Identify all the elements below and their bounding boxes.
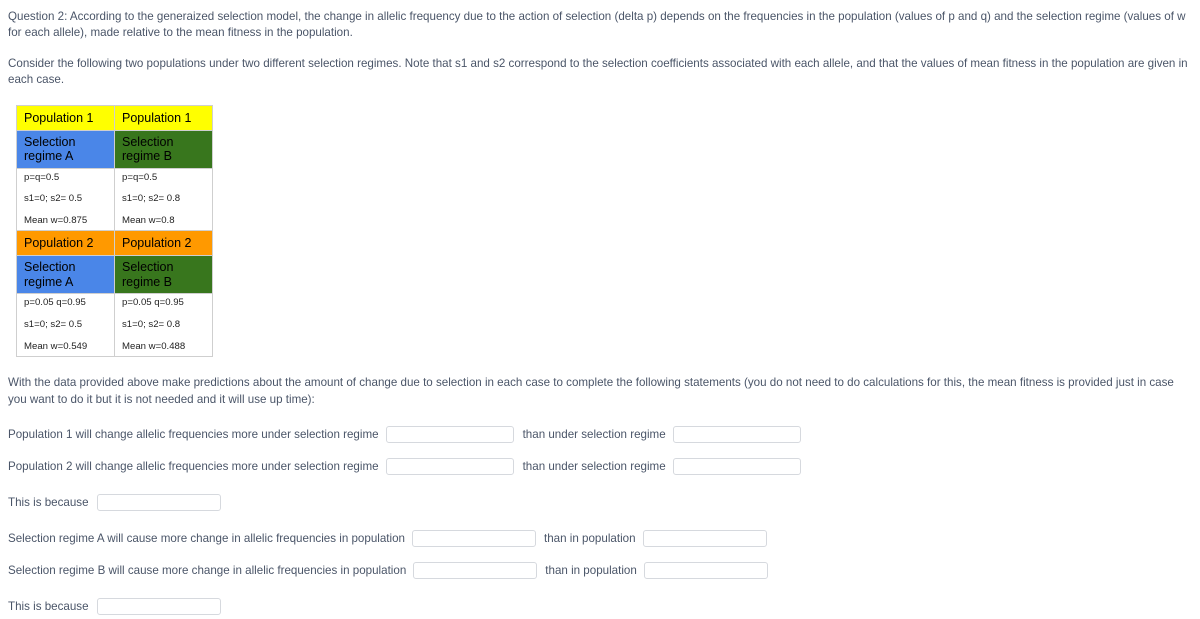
quiz-page: Question 2: According to the generaized … xyxy=(0,0,1200,619)
cell-population2-right: Population 2 xyxy=(114,230,213,257)
cell-population1-regime-b: Selection regime B xyxy=(114,129,213,169)
statement-row-regime-a: Selection regime A will cause more chang… xyxy=(8,526,1192,551)
statement-label-reason-2: This is because xyxy=(8,600,89,613)
value-p-q: p=q=0.5 xyxy=(122,171,158,183)
input-regime-b-population-more[interactable] xyxy=(413,562,538,579)
statement-label-population2-mid: than under selection regime xyxy=(522,460,666,473)
population-data-table-wrapper: Population 1 Population 1 Selection regi… xyxy=(16,104,1192,358)
table-row-population2-header: Population 2 Population 2 xyxy=(16,230,213,257)
statement-label-population1-mid: than under selection regime xyxy=(522,428,666,441)
value-s1-s2: s1=0; s2= 0.5 xyxy=(24,319,83,330)
statement-label-regime-b-lead: Selection regime B will cause more chang… xyxy=(8,564,407,577)
question-intro-paragraph: Question 2: According to the generaized … xyxy=(8,10,1186,40)
statement-row-population2: Population 2 will change allelic frequen… xyxy=(8,454,1192,479)
statement-label-regime-a-mid: than in population xyxy=(544,532,636,545)
cell-population1-left: Population 1 xyxy=(16,104,115,131)
value-p-q: p=0.05 q=0.95 xyxy=(122,297,184,309)
value-mean-w: Mean w=0.488 xyxy=(122,340,186,352)
cell-population2-left: Population 2 xyxy=(16,230,115,257)
value-p-q: p=q=0.5 xyxy=(24,171,60,183)
value-mean-w: Mean w=0.875 xyxy=(24,214,88,226)
statement-label-regime-a-lead: Selection regime A will cause more chang… xyxy=(8,532,405,545)
table-row-population1-values: p=q=0.5 s1=0; s2= 0.5 Mean w=0.875 p=q=0… xyxy=(16,167,213,232)
statement-row-reason-1: This is because xyxy=(8,490,1192,515)
value-s1-s2: s1=0; s2= 0.8 xyxy=(122,193,181,205)
input-regime-b-population-less[interactable] xyxy=(643,562,768,579)
cell-population1-regime-a: Selection regime A xyxy=(16,129,115,169)
instructions-paragraph: With the data provided above make predic… xyxy=(8,376,1174,406)
statement-label-regime-b-mid: than in population xyxy=(545,564,637,577)
statement-row-regime-b: Selection regime B will cause more chang… xyxy=(8,558,1192,583)
statement-row-population1: Population 1 will change allelic frequen… xyxy=(8,422,1192,447)
value-mean-w: Mean w=0.549 xyxy=(24,340,88,352)
question-context-paragraph: Consider the following two populations u… xyxy=(8,56,1188,87)
cell-population1-values-a: p=q=0.5 s1=0; s2= 0.5 Mean w=0.875 xyxy=(16,167,115,232)
value-s1-s2: s1=0; s2= 0.8 xyxy=(122,319,181,330)
input-reason-1[interactable] xyxy=(96,494,221,511)
population-data-table: Population 1 Population 1 Selection regi… xyxy=(16,104,213,358)
cell-population2-regime-a: Selection regime A xyxy=(16,255,115,295)
statement-label-population2-lead: Population 2 will change allelic frequen… xyxy=(8,460,379,473)
table-row-population2-values: p=0.05 q=0.95 s1=0; s2= 0.5 Mean w=0.549… xyxy=(16,293,213,358)
statements-section: Population 1 will change allelic frequen… xyxy=(8,422,1192,619)
input-population2-regime-less[interactable] xyxy=(672,458,801,475)
input-reason-2[interactable] xyxy=(96,598,221,615)
cell-population1-right: Population 1 xyxy=(114,104,213,131)
table-row-population1-regimes: Selection regime A Selection regime B xyxy=(16,129,213,169)
cell-population2-values-b: p=0.05 q=0.95 s1=0; s2= 0.8 Mean w=0.488 xyxy=(114,293,213,358)
cell-population2-regime-b: Selection regime B xyxy=(114,255,213,295)
value-p-q: p=0.05 q=0.95 xyxy=(24,297,86,309)
cell-population2-values-a: p=0.05 q=0.95 s1=0; s2= 0.5 Mean w=0.549 xyxy=(16,293,115,358)
statement-label-population1-lead: Population 1 will change allelic frequen… xyxy=(8,428,379,441)
statement-label-reason-1: This is because xyxy=(8,496,89,509)
input-population1-regime-less[interactable] xyxy=(672,426,801,443)
table-row-population1-header: Population 1 Population 1 xyxy=(16,104,213,131)
value-mean-w: Mean w=0.8 xyxy=(122,214,175,226)
statement-row-reason-2: This is because xyxy=(8,594,1192,619)
table-row-population2-regimes: Selection regime A Selection regime B xyxy=(16,255,213,295)
cell-population1-values-b: p=q=0.5 s1=0; s2= 0.8 Mean w=0.8 xyxy=(114,167,213,232)
input-population2-regime-more[interactable] xyxy=(385,458,514,475)
value-s1-s2: s1=0; s2= 0.5 xyxy=(24,193,83,205)
input-population1-regime-more[interactable] xyxy=(385,426,514,443)
